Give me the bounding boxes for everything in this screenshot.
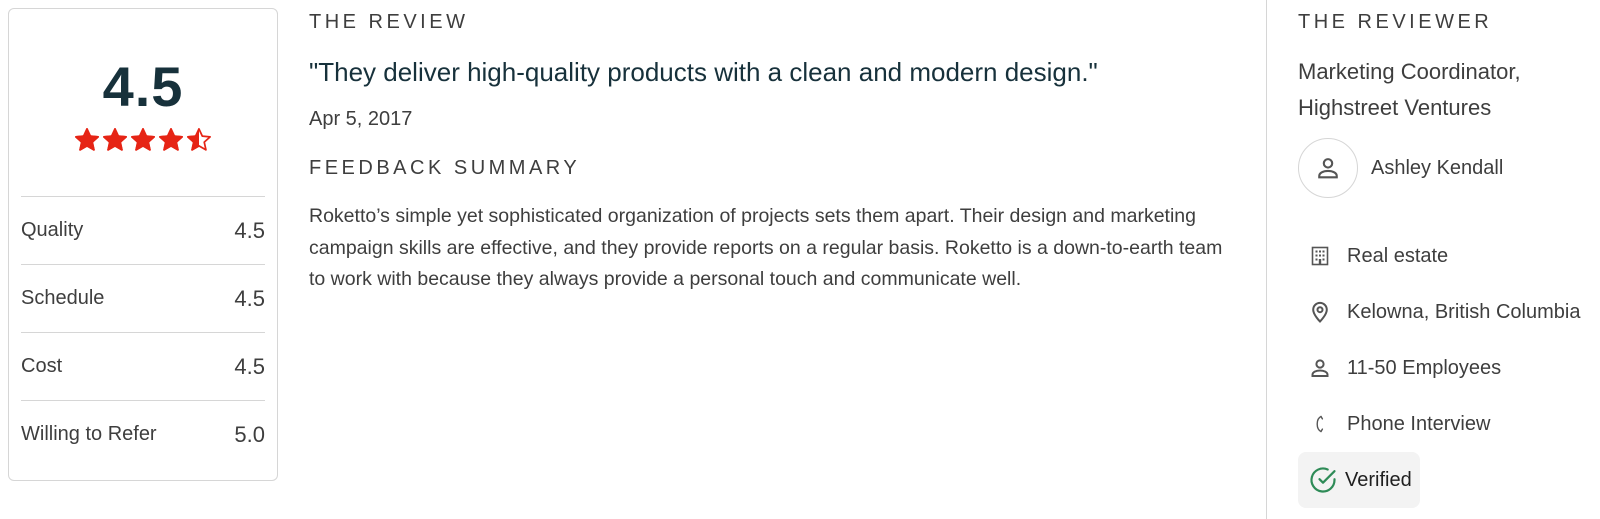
feedback-summary-heading: FEEDBACK SUMMARY: [309, 157, 581, 179]
metric-value: 4.5: [234, 285, 265, 311]
metric-row-cost: Cost 4.5: [21, 332, 265, 400]
reviewer-company-size: 11-50 Employees: [1298, 348, 1501, 388]
metric-label: Cost: [21, 355, 63, 377]
reviewer-section: THE REVIEWER Marketing Coordinator, High…: [1298, 0, 1598, 519]
metric-row-quality: Quality 4.5: [21, 196, 265, 264]
metric-value: 4.5: [234, 217, 265, 243]
reviewer-location: Kelowna, British Columbia: [1298, 292, 1580, 332]
reviewer-title: Marketing Coordinator, Highstreet Ventur…: [1298, 59, 1521, 120]
star-full-icon: [131, 128, 155, 151]
star-rating: [9, 127, 277, 153]
reviewer-interview-type: Phone Interview: [1298, 404, 1490, 444]
reviewer-name: Ashley Kendall: [1371, 156, 1504, 179]
feedback-summary-text: Roketto’s simple yet sophisticated organ…: [309, 205, 1223, 290]
overall-rating: 4.5: [102, 55, 184, 118]
star-full-icon: [103, 128, 127, 151]
industry-text: Real estate: [1347, 244, 1449, 267]
star-full-icon: [159, 128, 183, 151]
metric-value: 4.5: [234, 353, 265, 379]
building-icon: [1308, 244, 1332, 268]
star-half-icon: [187, 128, 211, 151]
check-circle-icon: [1310, 467, 1336, 493]
interview-type-text: Phone Interview: [1347, 412, 1491, 435]
person-icon: [1308, 356, 1332, 380]
avatar: [1298, 138, 1358, 198]
rating-panel: 4.5 Quality 4.5 Schedule 4.5 Cost 4.5 Wi…: [8, 8, 278, 481]
review-quote: "They deliver high-quality products with…: [309, 57, 1098, 87]
location-pin-icon: [1308, 300, 1332, 324]
review-card: 4.5 Quality 4.5 Schedule 4.5 Cost 4.5 Wi…: [0, 0, 1600, 519]
metric-row-schedule: Schedule 4.5: [21, 264, 265, 332]
column-divider: [1266, 0, 1267, 519]
reviewer-identity: Ashley Kendall: [1298, 138, 1503, 198]
review-date: Apr 5, 2017: [309, 108, 413, 130]
metric-label: Willing to Refer: [21, 423, 157, 445]
verified-label: Verified: [1345, 468, 1412, 491]
metric-value: 5.0: [234, 421, 265, 447]
metric-label: Quality: [21, 219, 84, 241]
star-full-icon: [75, 128, 99, 151]
metric-row-willing-to-refer: Willing to Refer 5.0: [21, 400, 265, 468]
reviewer-heading: THE REVIEWER: [1298, 11, 1493, 33]
verified-badge: Verified: [1298, 452, 1420, 508]
metric-label: Schedule: [21, 287, 105, 309]
phone-icon: [1308, 412, 1332, 436]
company-size-text: 11-50 Employees: [1347, 356, 1502, 379]
review-heading: THE REVIEW: [309, 11, 469, 33]
reviewer-industry: Real estate: [1298, 236, 1448, 276]
location-text: Kelowna, British Columbia: [1347, 300, 1581, 323]
rating-breakdown: Quality 4.5 Schedule 4.5 Cost 4.5 Willin…: [21, 196, 265, 468]
person-icon: [1318, 158, 1338, 179]
